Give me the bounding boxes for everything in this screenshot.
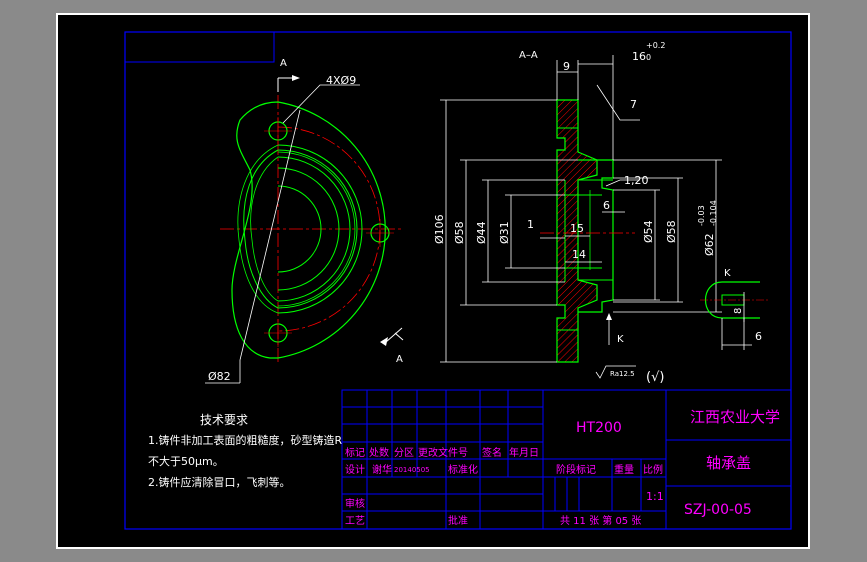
dim-54-text: Ø54 xyxy=(642,220,655,243)
dim-58-right-text: Ø58 xyxy=(665,220,678,243)
tb-design-date: 20140505 xyxy=(394,466,430,474)
detail-6-text: 6 xyxy=(755,330,762,343)
dim-62-tol-upper: -0.03 xyxy=(697,205,706,226)
view-label-a-top: A xyxy=(280,58,287,69)
tb-review: 审核 xyxy=(345,497,365,510)
roughness-other: (√) xyxy=(646,370,664,385)
tb-sheets: 共 11 张 第 05 张 xyxy=(560,514,641,527)
tb-header-4: 更改文件号 xyxy=(418,446,468,459)
dim-16-text: 16 xyxy=(632,50,646,63)
dim-7-text: 7 xyxy=(630,98,637,111)
dim-15-text: 15 xyxy=(570,222,584,235)
tb-header-2: 处数 xyxy=(369,446,389,459)
dim-outer-text: Ø106 xyxy=(433,214,446,244)
chamfer-text: 1,20 xyxy=(624,174,649,187)
cad-drawing: 4XØ9 Ø82 A A A–A Ø106 Ø58 Ø44 Ø31 Ø54 Ø5… xyxy=(56,13,810,549)
hole-callout: 4XØ9 xyxy=(326,74,356,87)
tb-scale-label: 比例 xyxy=(643,463,663,476)
tech-req-line1: 1.铸件非加工表面的粗糙度，砂型铸造R xyxy=(148,433,342,447)
tb-design-label: 设计 xyxy=(345,463,365,476)
dim-14-text: 14 xyxy=(572,248,586,261)
dim-6-section-text: 6 xyxy=(603,199,610,212)
tech-req-line3: 2.铸件应清除冒口，飞刺等。 xyxy=(148,475,291,489)
tb-weight: 重量 xyxy=(614,463,634,476)
view-label-a-bottom: A xyxy=(396,354,403,365)
tb-standardization: 标准化 xyxy=(448,463,478,476)
tb-stage-mark: 阶段标记 xyxy=(556,463,596,476)
dim-16-tol-upper: +0.2 xyxy=(646,41,665,50)
dim-1-text: 1 xyxy=(527,218,534,231)
tech-req-heading: 技术要求 xyxy=(200,413,248,427)
tech-req-line2: 不大于50μm。 xyxy=(148,454,224,468)
detail-k-label: K xyxy=(724,268,731,279)
roughness-note: Ra12.5 xyxy=(610,370,635,378)
tb-designer: 谢华 xyxy=(372,463,392,476)
dim-31-text: Ø31 xyxy=(498,221,511,244)
tb-material: HT200 xyxy=(576,420,622,436)
detail-8-text: 8 xyxy=(733,308,744,314)
dim-58-left-text: Ø58 xyxy=(453,221,466,244)
pcd-callout: Ø82 xyxy=(208,370,231,383)
tb-header-6: 年月日 xyxy=(509,446,539,459)
k-arrow-label: K xyxy=(617,334,624,345)
tb-process: 工艺 xyxy=(345,515,365,527)
tb-header-5: 签名 xyxy=(482,446,502,459)
tb-drawing-number: SZJ-00-05 xyxy=(684,502,752,518)
tb-header-3: 分区 xyxy=(394,447,414,459)
tb-part-name: 轴承盖 xyxy=(706,454,751,472)
tb-approve: 批准 xyxy=(448,514,468,527)
dim-9-text: 9 xyxy=(563,60,570,73)
dim-62-text: Ø62 xyxy=(703,233,716,256)
tb-header-1: 标记 xyxy=(345,447,365,459)
dim-62-tol-lower: -0.104 xyxy=(709,200,718,226)
dim-44-text: Ø44 xyxy=(475,221,488,244)
dim-16-tol-lower: 0 xyxy=(646,53,651,62)
section-label: A–A xyxy=(519,50,538,61)
tb-scale-value: 1:1 xyxy=(646,490,664,503)
tb-school: 江西农业大学 xyxy=(690,408,780,426)
